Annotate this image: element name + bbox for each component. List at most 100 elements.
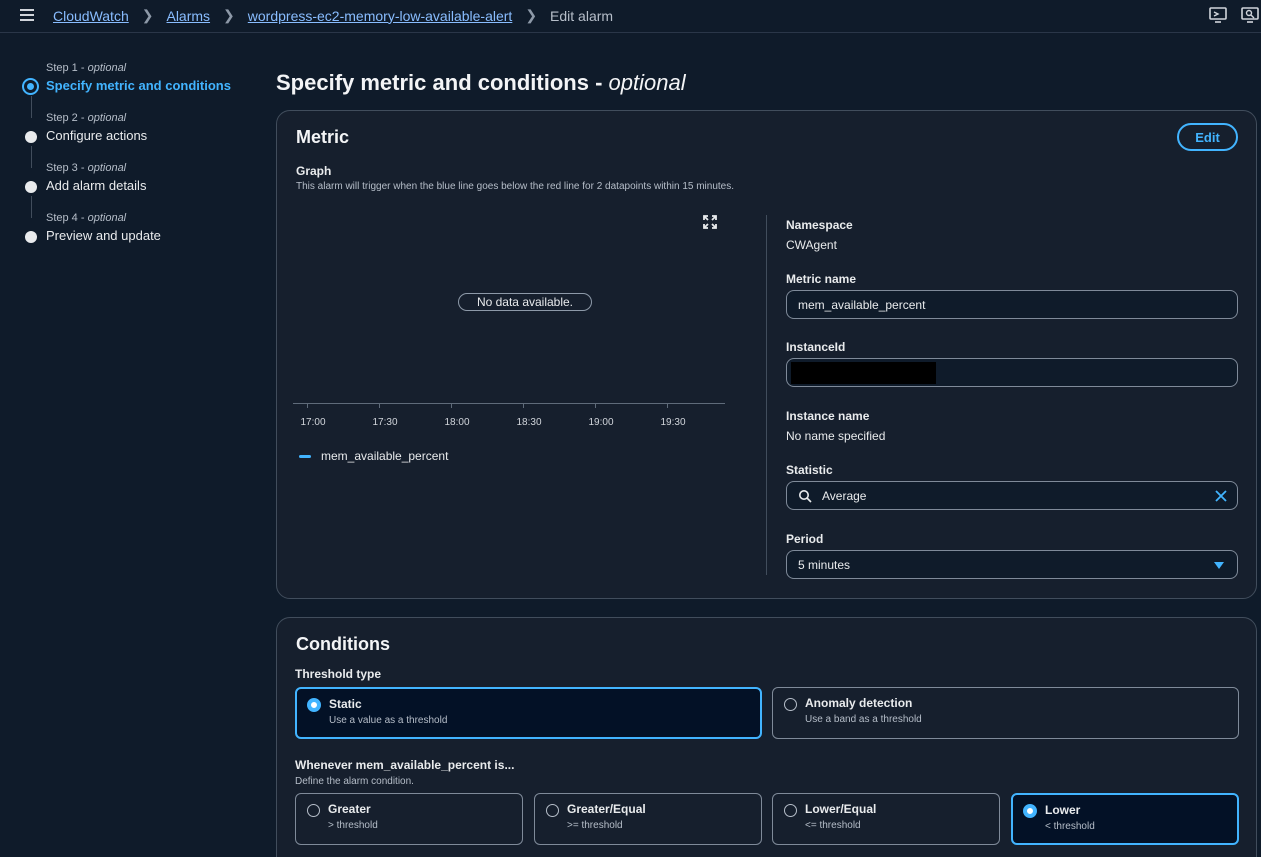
option-description: > threshold [328, 820, 378, 831]
step-optional: optional [87, 112, 127, 124]
metric-name-field: Metric name mem_available_percent [786, 272, 1238, 319]
radio-selected-icon[interactable] [1023, 804, 1037, 818]
x-axis-tick-label: 17:30 [372, 417, 398, 428]
metric-heading: Metric [296, 127, 350, 147]
expand-icon[interactable] [703, 215, 717, 229]
step-number: Step 3 [46, 162, 78, 174]
period-select[interactable]: 5 minutes [786, 550, 1238, 579]
instanceid-input[interactable] [786, 358, 1238, 387]
step-title[interactable]: Add alarm details [46, 178, 146, 193]
step-indicator-icon [25, 181, 37, 193]
option-description: Use a band as a threshold [805, 714, 922, 725]
step-2[interactable]: Step 2 - optional Configure actions [22, 112, 262, 168]
namespace-label: Namespace [786, 218, 853, 232]
threshold-static-option[interactable]: Static Use a value as a threshold [295, 687, 762, 739]
radio-selected-icon[interactable] [307, 698, 321, 712]
option-title: Greater [328, 802, 371, 816]
statistic-field: Statistic Average [786, 463, 1238, 510]
instanceid-label: InstanceId [786, 340, 846, 354]
comparison-lower-option[interactable]: Lower < threshold [1011, 793, 1239, 845]
breadcrumb-alarms[interactable]: Alarms [166, 8, 210, 24]
instance-name-value: No name specified [786, 429, 886, 443]
metric-name-value: mem_available_percent [798, 297, 926, 312]
step-number: Step 4 [46, 212, 78, 224]
page-title-text: Specify metric and conditions - [276, 70, 609, 95]
step-optional: optional [87, 62, 127, 74]
step-number: Step 2 [46, 112, 78, 124]
namespace-value: CWAgent [786, 238, 837, 252]
option-title: Lower [1045, 803, 1081, 817]
breadcrumb-cloudwatch[interactable]: CloudWatch [53, 8, 129, 24]
step-4[interactable]: Step 4 - optional Preview and update [22, 212, 262, 262]
option-description: >= threshold [567, 820, 623, 831]
radio-icon[interactable] [546, 804, 559, 817]
namespace-field: Namespace CWAgent [786, 218, 853, 252]
edit-metric-button[interactable]: Edit [1177, 123, 1238, 151]
instance-name-field: Instance name No name specified [786, 409, 885, 443]
screen-search-icon[interactable] [1241, 7, 1259, 23]
no-data-badge: No data available. [458, 293, 592, 311]
wizard-steps: Step 1 - optional Specify metric and con… [22, 62, 262, 262]
x-axis-tick [667, 403, 668, 408]
page-title: Specify metric and conditions - optional [276, 70, 686, 96]
x-axis-tick [595, 403, 596, 408]
radio-icon[interactable] [784, 698, 797, 711]
chevron-right-icon: ❯ [223, 7, 235, 23]
graph-legend: mem_available_percent [299, 449, 448, 463]
threshold-anomaly-option[interactable]: Anomaly detection Use a band as a thresh… [772, 687, 1239, 739]
step-title[interactable]: Configure actions [46, 128, 147, 143]
chevron-right-icon: ❯ [525, 7, 538, 23]
conditions-heading: Conditions [296, 634, 390, 654]
conditions-panel: Conditions Threshold type Static Use a v… [276, 617, 1257, 857]
clear-icon[interactable] [1214, 489, 1228, 503]
breadcrumb-alarm-name[interactable]: wordpress-ec2-memory-low-available-alert [248, 8, 513, 24]
breadcrumb-current: Edit alarm [550, 7, 614, 24]
step-3[interactable]: Step 3 - optional Add alarm details [22, 162, 262, 218]
graph-label: Graph [296, 164, 332, 178]
period-field: Period 5 minutes [786, 532, 1238, 579]
x-axis-tick [379, 403, 380, 408]
x-axis-tick-label: 18:30 [516, 417, 542, 428]
radio-icon[interactable] [784, 804, 797, 817]
comparison-lower-equal-option[interactable]: Lower/Equal <= threshold [772, 793, 1000, 845]
step-optional: optional [87, 212, 127, 224]
period-label: Period [786, 532, 824, 546]
step-indicator-icon [25, 231, 37, 243]
menu-icon[interactable] [20, 9, 34, 21]
metric-name-input[interactable]: mem_available_percent [786, 290, 1238, 319]
period-value: 5 minutes [798, 557, 851, 572]
x-axis-tick-label: 19:00 [588, 417, 614, 428]
feedback-icon[interactable] [1209, 7, 1227, 23]
threshold-type-label: Threshold type [295, 667, 382, 681]
metric-panel: Metric Edit Graph This alarm will trigge… [276, 110, 1257, 599]
step-1[interactable]: Step 1 - optional Specify metric and con… [22, 62, 262, 118]
whenever-description: Define the alarm condition. [295, 776, 414, 787]
legend-swatch [299, 454, 311, 458]
option-title: Anomaly detection [805, 696, 913, 710]
option-description: Use a value as a threshold [329, 715, 448, 726]
option-title: Static [329, 697, 362, 711]
whenever-label: Whenever mem_available_percent is... [295, 758, 515, 772]
option-title: Lower/Equal [805, 802, 877, 816]
graph-description: This alarm will trigger when the blue li… [296, 181, 735, 192]
x-axis-tick [307, 403, 308, 408]
step-title[interactable]: Preview and update [46, 228, 161, 243]
redacted-value [791, 361, 936, 384]
instance-name-label: Instance name [786, 409, 870, 423]
radio-icon[interactable] [307, 804, 320, 817]
step-optional: optional [87, 162, 127, 174]
instanceid-field: InstanceId [786, 340, 1238, 387]
option-title: Greater/Equal [567, 802, 646, 816]
metric-name-label: Metric name [786, 272, 857, 286]
x-axis-tick-label: 19:30 [660, 417, 686, 428]
step-title[interactable]: Specify metric and conditions [46, 78, 231, 93]
divider [766, 215, 767, 575]
legend-label: mem_available_percent [321, 449, 449, 463]
option-description: <= threshold [805, 820, 861, 831]
caret-down-icon [1214, 562, 1224, 569]
comparison-greater-equal-option[interactable]: Greater/Equal >= threshold [534, 793, 762, 845]
search-icon [799, 489, 812, 503]
comparison-greater-option[interactable]: Greater > threshold [295, 793, 523, 845]
statistic-input[interactable]: Average [786, 481, 1238, 510]
option-description: < threshold [1045, 821, 1095, 832]
